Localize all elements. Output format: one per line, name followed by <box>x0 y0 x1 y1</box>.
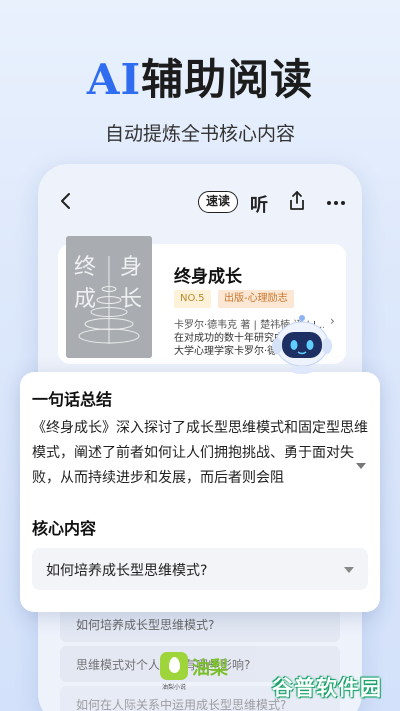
list-item-label: 如何培养成长型思维模式? <box>76 618 215 632</box>
back-icon[interactable] <box>58 192 74 210</box>
core-content-title: 核心内容 <box>32 519 97 538</box>
brand-name: 油梨 <box>192 658 228 679</box>
chevron-down-icon <box>344 567 354 573</box>
reader-toolbar: 速读 听 <box>38 164 362 234</box>
cover-title-left-2: 成 <box>74 287 96 312</box>
hero-title: AI辅助阅读 <box>0 46 400 107</box>
hero-subtitle: 自动提炼全书核心内容 <box>104 123 295 145</box>
question-row[interactable]: 如何培养成长型思维模式? <box>32 548 368 590</box>
speed-read-button[interactable]: 速读 <box>198 191 238 213</box>
summary-panel: 一句话总结 《终身成长》深入探讨了成长型思维模式和固定型思维模式，阐述了前者如何… <box>20 372 380 612</box>
summary-body: 《终身成长》深入探讨了成长型思维模式和固定型思维模式，阐述了前者如何让人们拥抱挑… <box>32 420 368 486</box>
brand-logo: 油梨小说 油梨 <box>160 652 228 692</box>
cover-title-right-2: 长 <box>120 287 142 312</box>
more-icon[interactable] <box>326 200 346 206</box>
listen-button[interactable]: 听 <box>250 191 268 217</box>
cover-title-right: 身 <box>120 255 142 280</box>
ai-robot-icon[interactable] <box>268 308 332 374</box>
hero-title-ai: AI <box>86 55 142 104</box>
app-logo-icon <box>160 652 188 680</box>
category-badge: 出版-心理励志 <box>218 290 294 308</box>
rank-badge: NO.5 <box>174 290 211 308</box>
cover-art: 终 身 成 长 <box>66 236 152 358</box>
brand-small-label: 油梨小说 <box>161 684 186 691</box>
watermark: 谷普软件园 <box>272 676 382 700</box>
cover-title-left: 终 <box>74 255 96 280</box>
question-label: 如何培养成长型思维模式? <box>46 563 208 579</box>
book-cover: 终 身 成 长 <box>66 236 152 358</box>
share-icon[interactable] <box>288 190 306 212</box>
one-sentence-summary-title: 一句话总结 <box>32 390 113 409</box>
list-item-label: 如何在人际关系中运用成长型思维模式? <box>76 698 287 711</box>
expand-icon[interactable] <box>356 463 366 469</box>
hero-title-rest: 辅助阅读 <box>141 55 314 104</box>
book-title: 终身成长 <box>174 267 242 287</box>
